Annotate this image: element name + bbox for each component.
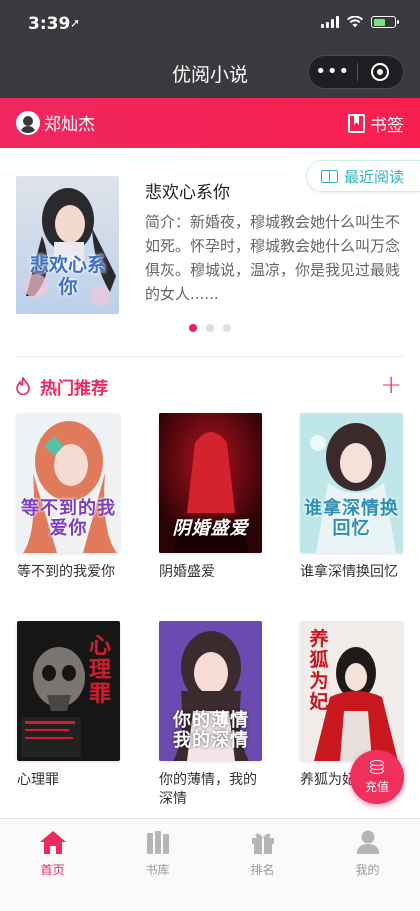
signal-icon bbox=[321, 16, 339, 28]
profile-icon bbox=[356, 830, 379, 854]
book-title: 等不到的我爱你 bbox=[17, 564, 115, 580]
bottom-tab-bar: 首页 书库 排名 我的 bbox=[0, 818, 420, 911]
book-title: 阴婚盛爱 bbox=[159, 564, 215, 580]
tab-library[interactable]: 书库 bbox=[105, 819, 210, 911]
carousel-dot[interactable] bbox=[206, 324, 214, 332]
featured-book-title[interactable]: 悲欢心系你 bbox=[145, 178, 230, 203]
cover-title: 养狐为妃 bbox=[309, 628, 329, 713]
close-icon bbox=[371, 63, 390, 81]
book-title: 心理罪 bbox=[17, 772, 59, 788]
top-bar: 3:39 ➚ 优阅小说 ••• bbox=[0, 0, 420, 98]
gift-icon bbox=[251, 833, 274, 854]
book-title: 你的薄情，我的深情 bbox=[159, 772, 257, 807]
featured-carousel[interactable]: 最近阅读 悲欢心系你 悲欢心系你 简介：新婚夜，穆城教会她什么叫生不如死。怀孕时… bbox=[0, 148, 420, 356]
bookmark-button[interactable]: 书签 bbox=[348, 111, 404, 136]
status-icons bbox=[321, 16, 399, 28]
more-hot-button[interactable]: + bbox=[380, 371, 402, 399]
status-bar: 3:39 ➚ bbox=[0, 0, 420, 48]
tab-label: 排名 bbox=[250, 863, 275, 877]
book-card[interactable]: 阴婚盛爱 阴婚盛爱 bbox=[159, 413, 262, 582]
status-time: 3:39 bbox=[28, 14, 71, 34]
tab-label: 我的 bbox=[355, 863, 380, 877]
user-profile-link[interactable]: 郑灿杰 bbox=[16, 110, 95, 135]
featured-book-cover[interactable]: 悲欢心系你 bbox=[16, 176, 119, 314]
carousel-dot[interactable] bbox=[223, 324, 231, 332]
username: 郑灿杰 bbox=[44, 115, 95, 135]
featured-book-description: 简介：新婚夜，穆城教会她什么叫生不如死。怀孕时，穆城教会她什么叫万念俱灰。穆城说… bbox=[145, 213, 401, 303]
flame-icon bbox=[16, 377, 30, 395]
book-card[interactable]: 心理罪 心理罪 bbox=[17, 621, 120, 790]
tab-profile[interactable]: 我的 bbox=[315, 819, 420, 911]
featured-cover-title: 悲欢心系你 bbox=[29, 254, 106, 298]
recent-reading-button[interactable]: 最近阅读 bbox=[305, 160, 420, 192]
cover-title: 心理罪 bbox=[88, 634, 111, 707]
book-card[interactable]: 你的薄情我的深情 你的薄情，我的深情 bbox=[159, 621, 262, 809]
cover-title: 阴婚盛爱 bbox=[172, 518, 249, 539]
mini-program-capsule: ••• bbox=[308, 55, 404, 89]
cover-title: 谁拿深情换回忆 bbox=[304, 498, 399, 539]
book-cover: 你的薄情我的深情 bbox=[159, 621, 262, 761]
coins-icon bbox=[366, 759, 388, 776]
wifi-icon bbox=[347, 16, 363, 28]
close-button[interactable] bbox=[357, 63, 403, 81]
carousel-dot[interactable] bbox=[189, 324, 197, 332]
location-icon: ➚ bbox=[70, 16, 81, 30]
book-cover: 心理罪 bbox=[17, 621, 120, 761]
cover-title: 等不到的我爱你 bbox=[21, 498, 116, 539]
book-cover: 谁拿深情换回忆 bbox=[300, 413, 403, 553]
book-cover: 等不到的我爱你 bbox=[17, 413, 120, 553]
book-card[interactable]: 谁拿深情换回忆 谁拿深情换回忆 bbox=[300, 413, 403, 582]
book-cover: 养狐为妃 bbox=[300, 621, 403, 761]
hot-section-header: 热门推荐 + bbox=[16, 371, 404, 401]
tab-home[interactable]: 首页 bbox=[0, 819, 105, 911]
open-book-icon bbox=[320, 169, 338, 183]
book-title: 谁拿深情换回忆 bbox=[300, 564, 398, 580]
tab-label: 首页 bbox=[40, 863, 65, 877]
library-icon bbox=[146, 831, 169, 854]
book-card[interactable]: 等不到的我爱你 等不到的我爱你 bbox=[17, 413, 120, 582]
hot-section-title: 热门推荐 bbox=[40, 378, 108, 399]
cover-title: 你的薄情我的深情 bbox=[173, 710, 249, 751]
section-divider bbox=[16, 356, 404, 357]
recharge-label: 充值 bbox=[364, 779, 389, 794]
tab-ranking[interactable]: 排名 bbox=[210, 819, 315, 911]
book-cover: 阴婚盛爱 bbox=[159, 413, 262, 553]
avatar bbox=[16, 110, 40, 135]
battery-icon bbox=[371, 16, 399, 28]
bookmark-icon bbox=[348, 114, 365, 133]
home-icon bbox=[39, 831, 66, 854]
more-button[interactable]: ••• bbox=[309, 57, 357, 87]
bookmark-label: 书签 bbox=[370, 116, 404, 136]
recharge-button[interactable]: 充值 bbox=[350, 750, 404, 804]
tab-label: 书库 bbox=[145, 863, 170, 877]
recent-reading-label: 最近阅读 bbox=[343, 167, 404, 186]
carousel-indicator bbox=[0, 324, 420, 332]
user-header: 郑灿杰 书签 bbox=[0, 98, 420, 148]
